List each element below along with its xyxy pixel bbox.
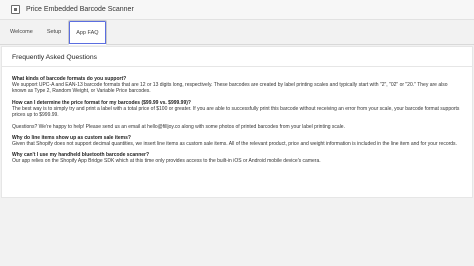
faq-item: Why can't I use my handheld bluetooth ba…: [12, 152, 462, 164]
tab-welcome[interactable]: Welcome: [3, 20, 40, 44]
tab-app-faq[interactable]: App FAQ: [68, 20, 107, 45]
faq-panel-header: Frequently Asked Questions: [2, 47, 472, 67]
contact-note: Questions? We're happy to help! Please s…: [12, 123, 345, 130]
faq-answer: The best way is to simply try and print …: [12, 105, 460, 119]
faq-item: How can I determine the price format for…: [12, 100, 462, 119]
app-window-icon: [11, 5, 20, 14]
faq-item: Why do line items show up as custom sale…: [12, 135, 462, 147]
faq-panel: Frequently Asked Questions What kinds of…: [1, 46, 473, 198]
faq-list: What kinds of barcode formats do you sup…: [2, 67, 472, 165]
faq-item: What kinds of barcode formats do you sup…: [12, 76, 462, 95]
app-title: Price Embedded Barcode Scanner: [26, 6, 134, 13]
tab-bar: Welcome Setup App FAQ: [0, 20, 474, 45]
faq-answer: We support UPC-A and EAN-13 barcode form…: [12, 82, 448, 95]
faq-answer: Our app relies on the Shopify App Bridge…: [12, 158, 321, 165]
page-title: Frequently Asked Questions: [12, 54, 98, 61]
app-header: Price Embedded Barcode Scanner: [0, 0, 474, 20]
faq-answer: Given that Shopify does not support deci…: [12, 141, 457, 148]
tab-setup[interactable]: Setup: [40, 20, 68, 44]
